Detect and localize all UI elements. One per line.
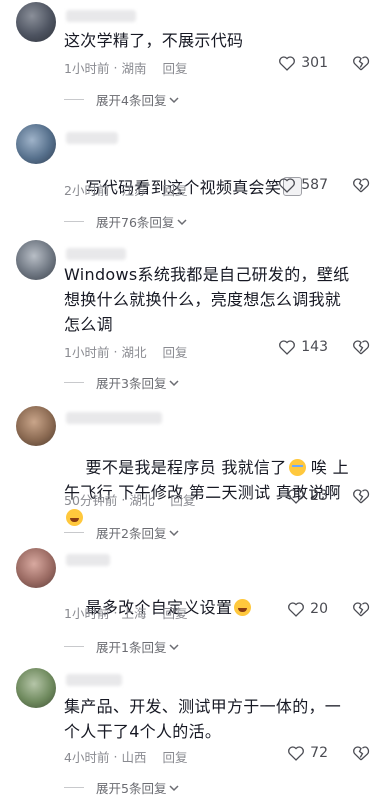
heart-icon: [288, 746, 305, 761]
laughing-face-icon: [234, 599, 252, 616]
comment-time: 50分钟前: [64, 493, 118, 508]
avatar[interactable]: [16, 548, 56, 588]
avatar[interactable]: [16, 668, 56, 708]
dislike-icon[interactable]: [352, 601, 370, 617]
comment-meta: 1小时前 · 湖北 回复: [64, 342, 187, 361]
username-blurred[interactable]: [66, 554, 110, 566]
heart-icon: [288, 489, 305, 504]
reply-button[interactable]: 回复: [162, 603, 187, 622]
heart-icon: [279, 56, 296, 71]
separator: ·: [113, 182, 118, 197]
expand-replies[interactable]: 展开1条回复: [64, 637, 179, 656]
comment-text: Windows系统我都是自己研发的，壁纸想换什么就换什么，亮度想怎么调我就怎么调: [64, 265, 350, 334]
like-button[interactable]: 20: [287, 601, 328, 617]
separator: ·: [113, 344, 118, 359]
expand-line: [64, 787, 84, 788]
username-blurred[interactable]: [66, 674, 122, 686]
crying-face-icon: [288, 459, 306, 476]
chevron-down-icon: [169, 96, 179, 103]
expand-label: 展开76条回复: [96, 215, 175, 230]
chevron-down-icon: [169, 529, 179, 536]
expand-label: 展开2条回复: [96, 526, 167, 541]
dislike-icon[interactable]: [352, 339, 370, 355]
avatar[interactable]: [16, 406, 56, 446]
comment-meta: 1小时前 · 上海 回复: [64, 603, 187, 622]
expand-label: 展开3条回复: [96, 376, 167, 391]
chevron-down-icon: [169, 379, 179, 386]
comment-location: 江苏: [121, 183, 147, 198]
reply-button[interactable]: 回复: [170, 490, 195, 509]
heart-icon: [279, 178, 296, 193]
expand-replies[interactable]: 展开5条回复: [64, 778, 179, 797]
comment-meta: 1小时前 · 湖南 回复: [64, 58, 187, 77]
like-button[interactable]: 301: [278, 55, 328, 71]
dislike-icon[interactable]: [352, 177, 370, 193]
comment-time: 4小时前: [64, 750, 110, 765]
expand-line: [64, 99, 84, 100]
like-button[interactable]: 143: [278, 339, 328, 355]
comment-time: 2小时前: [64, 183, 110, 198]
expand-line: [64, 646, 84, 647]
dislike-icon[interactable]: [352, 745, 370, 761]
like-count: 72: [310, 745, 328, 761]
expand-line: [64, 221, 84, 222]
username-blurred[interactable]: [66, 248, 126, 260]
expand-replies[interactable]: 展开76条回复: [64, 212, 187, 231]
comment-location: 山西: [121, 750, 147, 765]
reply-button[interactable]: 回复: [162, 180, 187, 199]
avatar[interactable]: [16, 2, 56, 42]
like-count: 20: [310, 601, 328, 617]
avatar[interactable]: [16, 124, 56, 164]
expand-replies[interactable]: 展开2条回复: [64, 523, 179, 542]
like-button[interactable]: 23: [287, 488, 328, 504]
expand-replies[interactable]: 展开4条回复: [64, 90, 179, 109]
reply-button[interactable]: 回复: [162, 58, 187, 77]
comment-meta: 4小时前 · 山西 回复: [64, 747, 187, 766]
comment-meta: 2小时前 · 江苏 回复: [64, 180, 187, 199]
expand-label: 展开5条回复: [96, 781, 167, 796]
comment-location: 湖北: [129, 493, 155, 508]
comment-location: 湖南: [121, 61, 147, 76]
expand-label: 展开4条回复: [96, 93, 167, 108]
comment-text-part1: 要不是我是程序员 我就信了: [85, 458, 287, 477]
reply-button[interactable]: 回复: [162, 342, 187, 361]
chevron-down-icon: [177, 218, 187, 225]
comment-text: 集产品、开发、测试甲方于一体的，一个人干了4个人的活。: [64, 697, 342, 741]
separator: ·: [113, 749, 118, 764]
like-count: 23: [310, 488, 328, 504]
comment-time: 1小时前: [64, 345, 110, 360]
like-count: 143: [301, 339, 328, 355]
expand-line: [64, 532, 84, 533]
like-button[interactable]: 72: [287, 745, 328, 761]
expand-label: 展开1条回复: [96, 640, 167, 655]
username-blurred[interactable]: [66, 132, 118, 144]
expand-replies[interactable]: 展开3条回复: [64, 373, 179, 392]
comment-location: 上海: [121, 606, 147, 621]
heart-icon: [279, 340, 296, 355]
like-button[interactable]: 587: [278, 177, 328, 193]
chevron-down-icon: [169, 643, 179, 650]
dislike-icon[interactable]: [352, 488, 370, 504]
reply-button[interactable]: 回复: [162, 747, 187, 766]
separator: ·: [113, 60, 118, 75]
heart-icon: [288, 602, 305, 617]
like-count: 587: [301, 177, 328, 193]
dislike-icon[interactable]: [352, 55, 370, 71]
username-blurred[interactable]: [66, 412, 162, 424]
like-count: 301: [301, 55, 328, 71]
comment-text: 这次学精了，不展示代码: [64, 31, 244, 50]
separator: ·: [113, 605, 118, 620]
expand-line: [64, 382, 84, 383]
comment-time: 1小时前: [64, 61, 110, 76]
chevron-down-icon: [169, 784, 179, 791]
avatar[interactable]: [16, 240, 56, 280]
comment-time: 1小时前: [64, 606, 110, 621]
separator: ·: [121, 492, 126, 507]
comment-meta: 50分钟前 · 湖北 回复: [64, 490, 195, 509]
username-blurred[interactable]: [66, 10, 136, 22]
comment-location: 湖北: [121, 345, 147, 360]
